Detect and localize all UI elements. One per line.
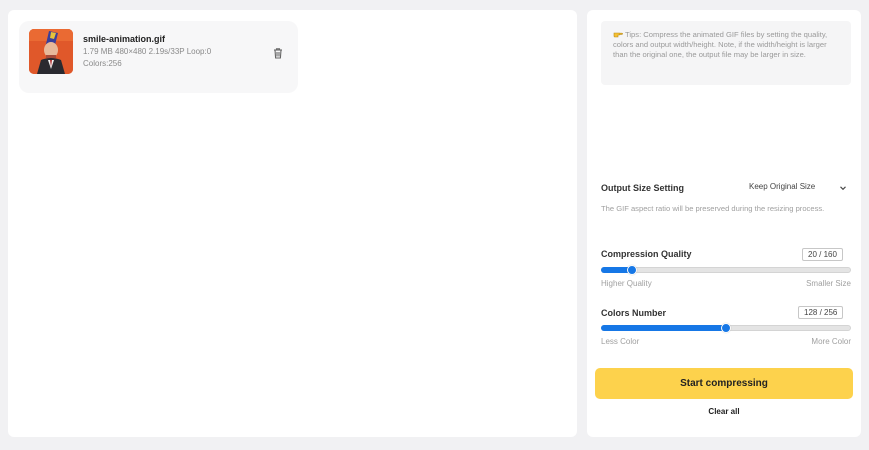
more-color-label: More Color: [811, 337, 851, 346]
output-size-select[interactable]: Keep Original Size: [749, 182, 849, 196]
file-name: smile-animation.gif: [83, 34, 166, 44]
slider-handle[interactable]: [627, 265, 638, 275]
colors-number-slider[interactable]: [601, 323, 851, 333]
smaller-size-label: Smaller Size: [806, 279, 851, 288]
start-compressing-button[interactable]: Start compressing: [595, 368, 853, 399]
colors-number-value[interactable]: 128 / 256: [798, 306, 844, 319]
compression-quality-slider[interactable]: [601, 265, 851, 275]
tips-box: Tips: Compress the animated GIF files by…: [601, 21, 851, 85]
colors-number-label: Colors Number: [601, 308, 667, 318]
gif-thumbnail: [29, 29, 73, 74]
output-size-value: Keep Original Size: [749, 182, 816, 191]
slider-track: [601, 267, 851, 273]
file-meta: 1.79 MB 480×480 2.19s/33P Loop:0: [83, 47, 212, 56]
aspect-ratio-note: The GIF aspect ratio will be preserved d…: [601, 204, 825, 213]
slider-handle[interactable]: [721, 323, 731, 333]
trash-icon[interactable]: [271, 46, 285, 60]
slider-fill: [601, 325, 726, 331]
tips-text: Tips: Compress the animated GIF files by…: [613, 30, 828, 60]
output-size-label: Output Size Setting: [601, 183, 684, 193]
clear-all-button[interactable]: Clear all: [587, 407, 861, 416]
compression-quality-value[interactable]: 20 / 160: [802, 248, 843, 261]
file-list-panel: smile-animation.gif 1.79 MB 480×480 2.19…: [8, 10, 577, 437]
compression-quality-label: Compression Quality: [601, 249, 692, 259]
file-colors: Colors:256: [83, 59, 122, 68]
settings-panel: Tips: Compress the animated GIF files by…: [587, 10, 861, 437]
pointing-hand-icon: [613, 30, 623, 38]
file-card: smile-animation.gif 1.79 MB 480×480 2.19…: [19, 21, 298, 93]
higher-quality-label: Higher Quality: [601, 279, 652, 288]
chevron-down-icon: [839, 184, 847, 192]
less-color-label: Less Color: [601, 337, 640, 346]
